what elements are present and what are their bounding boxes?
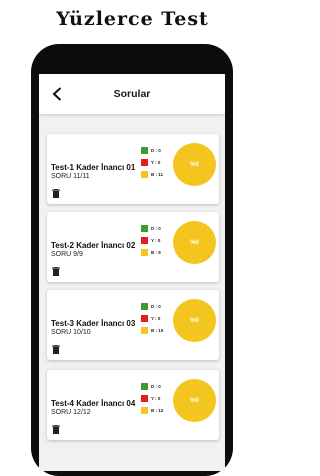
blank-swatch (141, 407, 148, 414)
test-title: Test-3 Kader İnancı 03 (51, 319, 136, 328)
correct-stat: D : 0 (141, 225, 161, 232)
trash-icon[interactable] (52, 425, 60, 434)
correct-swatch (141, 303, 148, 310)
correct-swatch (141, 383, 148, 390)
stats-group: D : 0 Y : 0 B : 11 (141, 147, 163, 183)
promo-headline: Yüzlerce Test (56, 8, 209, 30)
trash-icon[interactable] (52, 345, 60, 354)
stats-group: D : 0 Y : 0 B : 9 (141, 225, 161, 261)
test-card[interactable]: Test-1 Kader İnancı 01 SORU 11/11 D : 0 … (47, 134, 219, 204)
page-title: Sorular (113, 88, 151, 100)
wrong-count: Y : 0 (151, 316, 161, 321)
stats-group: D : 0 Y : 0 B : 12 (141, 383, 163, 419)
blank-stat: B : 11 (141, 171, 163, 178)
blank-count: B : 12 (151, 408, 164, 413)
score-circle: %0 (173, 299, 216, 342)
correct-swatch (141, 225, 148, 232)
wrong-count: Y : 0 (151, 160, 161, 165)
score-percent: %0 (190, 397, 199, 404)
question-count: SORU 11/11 (51, 173, 90, 180)
trash-icon[interactable] (52, 267, 60, 276)
stats-group: D : 0 Y : 0 B : 10 (141, 303, 163, 339)
blank-count: B : 11 (151, 172, 164, 177)
test-card[interactable]: Test-4 Kader İnancı 04 SORU 12/12 D : 0 … (47, 370, 219, 440)
correct-stat: D : 0 (141, 303, 163, 310)
score-percent: %0 (190, 239, 199, 246)
phone-notch (96, 52, 168, 64)
wrong-stat: Y : 0 (141, 159, 163, 166)
wrong-count: Y : 0 (151, 396, 161, 401)
test-card[interactable]: Test-3 Kader İnancı 03 SORU 10/10 D : 0 … (47, 290, 219, 360)
test-title: Test-1 Kader İnancı 01 (51, 163, 136, 172)
app-bar: Sorular (39, 74, 225, 114)
trash-icon[interactable] (52, 189, 60, 198)
wrong-count: Y : 0 (151, 238, 161, 243)
correct-count: D : 0 (151, 384, 161, 389)
wrong-swatch (141, 395, 148, 402)
wrong-stat: Y : 0 (141, 395, 163, 402)
wrong-swatch (141, 237, 148, 244)
wrong-swatch (141, 315, 148, 322)
blank-stat: B : 12 (141, 407, 163, 414)
blank-stat: B : 10 (141, 327, 163, 334)
blank-swatch (141, 249, 148, 256)
correct-count: D : 0 (151, 226, 161, 231)
wrong-stat: Y : 0 (141, 315, 163, 322)
correct-stat: D : 0 (141, 383, 163, 390)
correct-stat: D : 0 (141, 147, 163, 154)
question-count: SORU 9/9 (51, 251, 83, 258)
score-percent: %0 (190, 161, 199, 168)
blank-swatch (141, 171, 148, 178)
blank-count: B : 10 (151, 328, 164, 333)
blank-count: B : 9 (151, 250, 161, 255)
test-card[interactable]: Test-2 Kader İnancı 02 SORU 9/9 D : 0 Y … (47, 212, 219, 282)
wrong-stat: Y : 0 (141, 237, 161, 244)
score-circle: %0 (173, 379, 216, 422)
blank-swatch (141, 327, 148, 334)
score-percent: %0 (190, 317, 199, 324)
blank-stat: B : 9 (141, 249, 161, 256)
question-count: SORU 12/12 (51, 409, 91, 416)
wrong-swatch (141, 159, 148, 166)
correct-count: D : 0 (151, 148, 161, 153)
correct-swatch (141, 147, 148, 154)
question-count: SORU 10/10 (51, 329, 91, 336)
test-title: Test-2 Kader İnancı 02 (51, 241, 136, 250)
correct-count: D : 0 (151, 304, 161, 309)
score-circle: %0 (173, 221, 216, 264)
test-title: Test-4 Kader İnancı 04 (51, 399, 136, 408)
score-circle: %0 (173, 143, 216, 186)
app-screen: Sorular Test-1 Kader İnancı 01 SORU 11/1… (39, 74, 225, 471)
